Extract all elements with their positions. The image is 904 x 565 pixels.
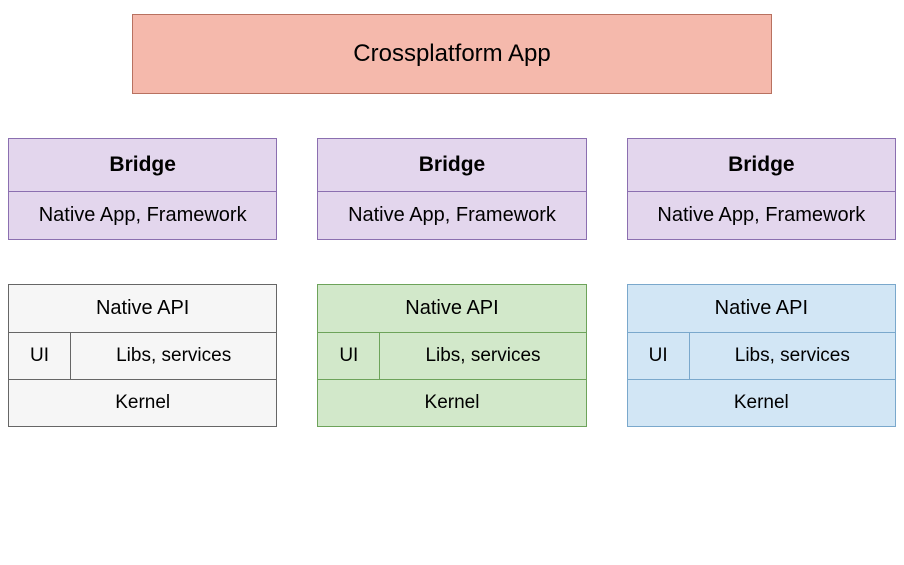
kernel-label: Kernel	[9, 380, 276, 426]
os-mid-row: UI Libs, services	[9, 333, 276, 380]
ui-label: UI	[628, 333, 690, 379]
libs-label: Libs, services	[380, 333, 585, 379]
bridge-box-3: Bridge Native App, Framework	[627, 138, 896, 240]
bridges-row: Bridge Native App, Framework Bridge Nati…	[8, 138, 896, 240]
bridge-sub: Native App, Framework	[628, 192, 895, 239]
bridge-header: Bridge	[318, 139, 585, 192]
os-box-blue: Native API UI Libs, services Kernel	[627, 284, 896, 427]
os-mid-row: UI Libs, services	[628, 333, 895, 380]
native-api-label: Native API	[628, 285, 895, 333]
libs-label: Libs, services	[690, 333, 895, 379]
diagram-container: Crossplatform App Bridge Native App, Fra…	[0, 0, 904, 441]
os-mid-row: UI Libs, services	[318, 333, 585, 380]
bridge-box-1: Bridge Native App, Framework	[8, 138, 277, 240]
native-api-label: Native API	[9, 285, 276, 333]
ui-label: UI	[318, 333, 380, 379]
bridge-sub: Native App, Framework	[318, 192, 585, 239]
bridge-sub: Native App, Framework	[9, 192, 276, 239]
bridge-header: Bridge	[9, 139, 276, 192]
os-row: Native API UI Libs, services Kernel Nati…	[8, 284, 896, 427]
native-api-label: Native API	[318, 285, 585, 333]
kernel-label: Kernel	[628, 380, 895, 426]
crossplatform-app-label: Crossplatform App	[353, 40, 550, 68]
crossplatform-app-box: Crossplatform App	[132, 14, 772, 94]
libs-label: Libs, services	[71, 333, 276, 379]
kernel-label: Kernel	[318, 380, 585, 426]
os-box-gray: Native API UI Libs, services Kernel	[8, 284, 277, 427]
ui-label: UI	[9, 333, 71, 379]
bridge-box-2: Bridge Native App, Framework	[317, 138, 586, 240]
bridge-header: Bridge	[628, 139, 895, 192]
os-box-green: Native API UI Libs, services Kernel	[317, 284, 586, 427]
